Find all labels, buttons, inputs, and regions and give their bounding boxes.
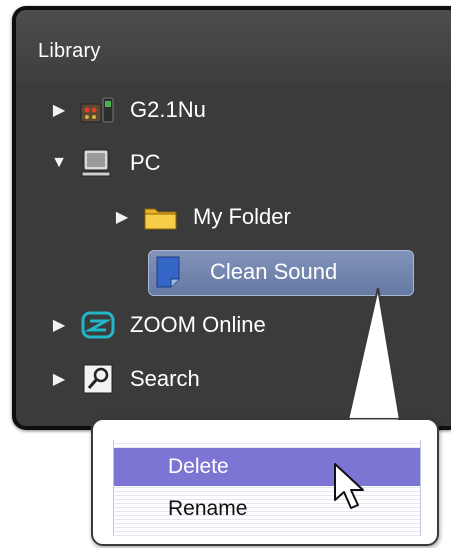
library-title: Library	[38, 40, 101, 62]
context-menu: Delete Rename	[91, 418, 439, 546]
library-header: Library	[16, 10, 451, 84]
context-menu-list: Delete Rename	[113, 440, 421, 536]
disclosure-collapsed-icon[interactable]: ▶	[113, 206, 131, 228]
tree-item-search[interactable]: ▶ Search	[50, 359, 200, 399]
tree-item-g2-1nu[interactable]: ▶ G2.1Nu	[50, 90, 206, 130]
menu-item-delete[interactable]: Delete	[114, 448, 420, 486]
mouse-cursor-icon	[334, 463, 364, 509]
zoom-logo-icon	[80, 309, 116, 341]
disclosure-collapsed-icon[interactable]: ▶	[50, 368, 68, 390]
menu-item-rename[interactable]: Rename	[114, 490, 420, 528]
tree-item-clean-sound[interactable]: Clean Sound	[150, 252, 337, 292]
tree-item-label: G2.1Nu	[130, 97, 206, 122]
patch-file-icon	[150, 256, 186, 288]
tree-item-label: Clean Sound	[210, 259, 338, 284]
device-icon	[80, 94, 116, 126]
menu-item-label: Delete	[168, 455, 229, 478]
tree-item-zoom-online[interactable]: ▶ ZOOM Online	[50, 305, 266, 345]
disclosure-collapsed-icon[interactable]: ▶	[50, 99, 68, 121]
tree-item-label: PC	[130, 150, 161, 175]
tree-item-label: Search	[130, 366, 200, 391]
disclosure-expanded-icon[interactable]: ▼	[50, 152, 68, 174]
tree-item-label: My Folder	[193, 204, 291, 229]
menu-item-label: Rename	[168, 497, 248, 520]
folder-icon	[143, 201, 179, 233]
tree-item-label: ZOOM Online	[130, 312, 266, 337]
search-icon	[80, 363, 116, 395]
tree-item-my-folder[interactable]: ▶ My Folder	[113, 197, 291, 237]
tree-item-pc[interactable]: ▼ PC	[50, 143, 161, 183]
computer-icon	[80, 147, 116, 179]
disclosure-collapsed-icon[interactable]: ▶	[50, 314, 68, 336]
